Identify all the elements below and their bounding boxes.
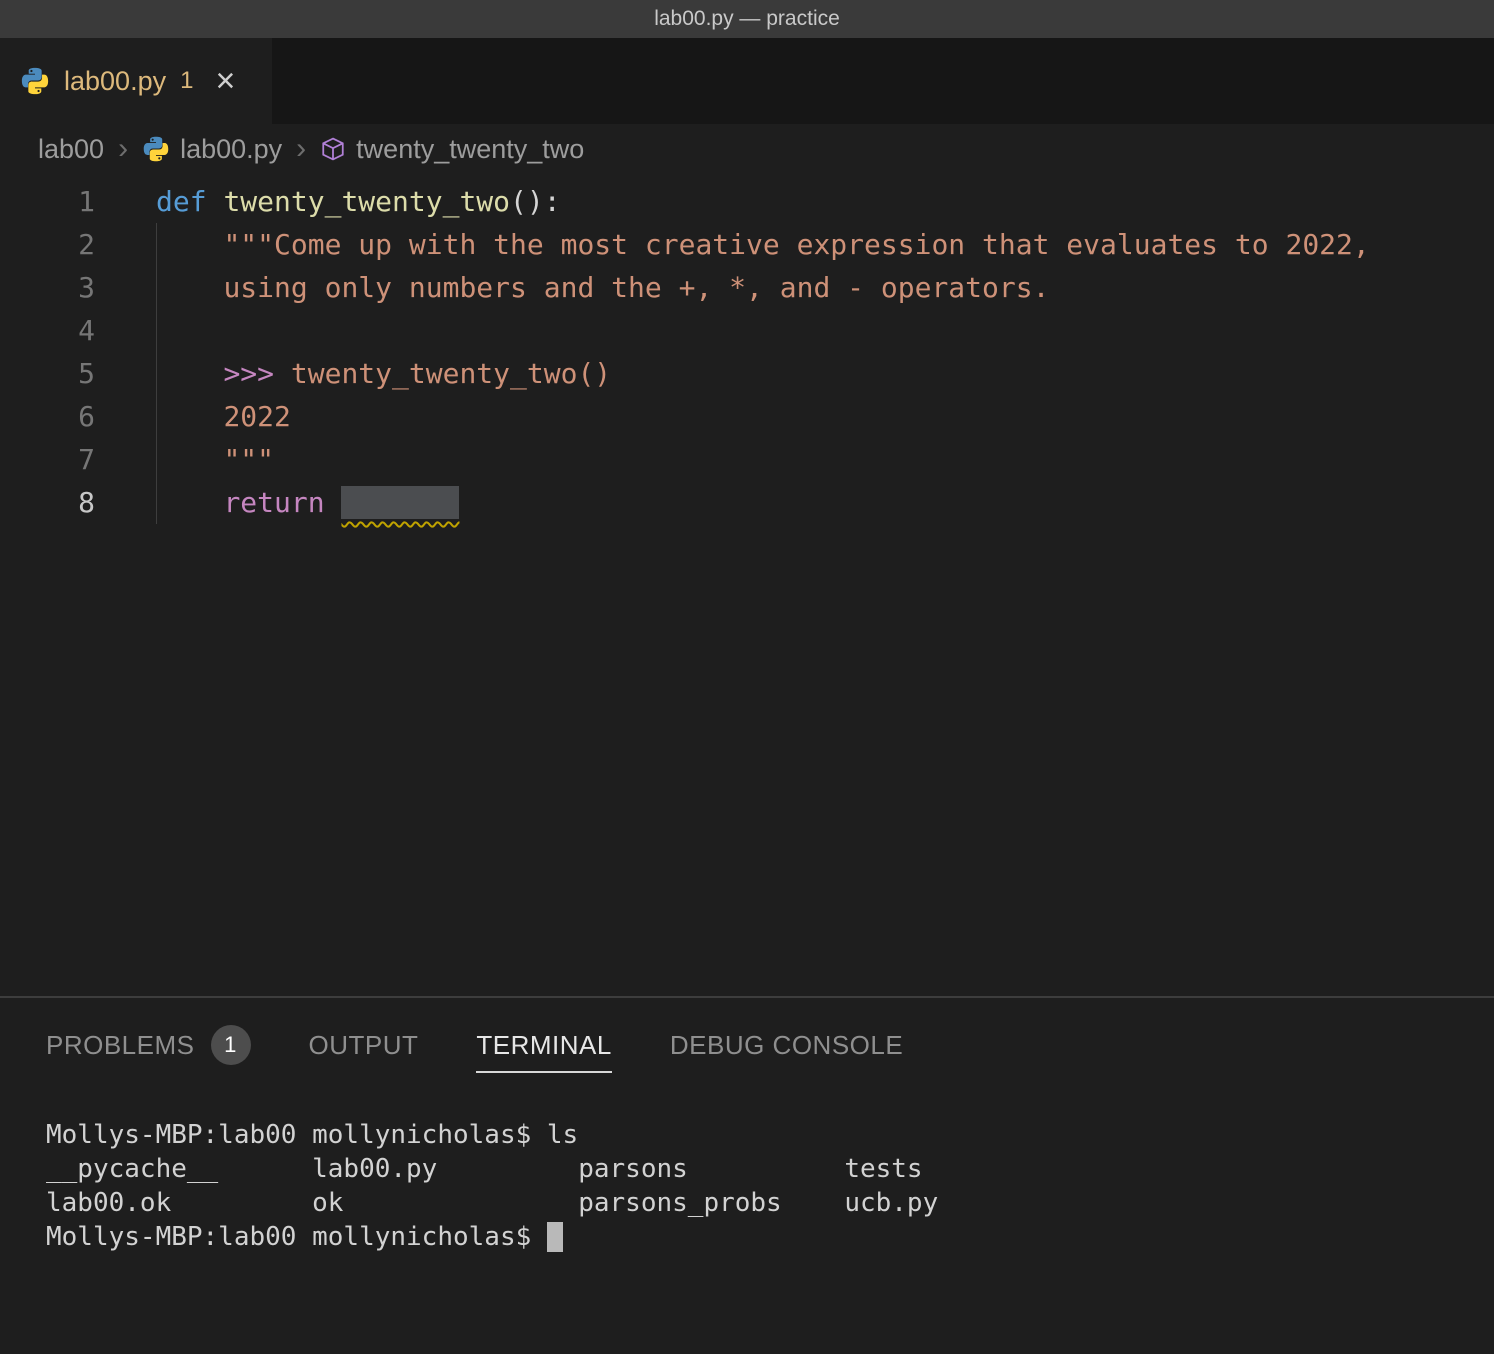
code-token xyxy=(156,486,223,519)
code-line: """ xyxy=(156,438,1494,481)
code-token xyxy=(207,185,224,218)
python-icon xyxy=(142,135,170,163)
terminal-cursor xyxy=(547,1222,563,1252)
tab-lab00py[interactable]: lab00.py 1 × xyxy=(0,38,272,124)
panel-tab-debug-console[interactable]: DEBUG CONSOLE xyxy=(670,1016,903,1073)
code-token: 2022 xyxy=(223,400,290,433)
breadcrumb-item-file[interactable]: lab00.py xyxy=(142,134,282,165)
terminal-line: __pycache__ lab00.py parsons tests xyxy=(46,1152,1448,1186)
code-line: 2022 xyxy=(156,395,1494,438)
blank-placeholder: _______ xyxy=(341,486,459,519)
code-token xyxy=(156,443,223,476)
bottom-panel: PROBLEMS 1 OUTPUT TERMINAL DEBUG CONSOLE… xyxy=(0,996,1494,1354)
code-line: >>> twenty_twenty_two() xyxy=(156,352,1494,395)
breadcrumb-item-symbol[interactable]: twenty_twenty_two xyxy=(320,134,584,165)
panel-tab-output[interactable]: OUTPUT xyxy=(309,1016,419,1073)
editor-line[interactable]: 2 """Come up with the most creative expr… xyxy=(0,223,1494,266)
terminal[interactable]: Mollys-MBP:lab00 mollynicholas$ ls__pyca… xyxy=(46,1118,1448,1254)
line-number: 3 xyxy=(0,266,95,309)
chevron-right-icon: › xyxy=(116,132,130,166)
terminal-line: Mollys-MBP:lab00 mollynicholas$ ls xyxy=(46,1118,1448,1152)
line-number: 8 xyxy=(0,481,95,524)
tab-label: lab00.py xyxy=(64,66,166,97)
code-line: def twenty_twenty_two(): xyxy=(156,180,1494,223)
code-token: """ xyxy=(223,443,274,476)
code-token: using only numbers and the +, *, and - o… xyxy=(223,271,1049,304)
code-token xyxy=(156,228,223,261)
tab-problem-count: 1 xyxy=(180,67,193,95)
editor-line[interactable]: 8 return _______ xyxy=(0,481,1494,524)
problems-count-badge: 1 xyxy=(211,1025,251,1065)
code-token: (): xyxy=(510,185,561,218)
terminal-output: Mollys-MBP:lab00 mollynicholas$ ls__pyca… xyxy=(46,1118,1448,1254)
close-icon[interactable]: × xyxy=(215,64,235,98)
breadcrumb-item-folder[interactable]: lab00 xyxy=(38,134,104,165)
symbol-namespace-icon xyxy=(320,136,346,162)
code-line: """Come up with the most creative expres… xyxy=(156,223,1494,266)
code-token xyxy=(156,357,223,390)
editor-line[interactable]: 6 2022 xyxy=(0,395,1494,438)
code-token: return xyxy=(223,486,341,519)
code-line xyxy=(156,309,1494,352)
terminal-line: lab00.ok ok parsons_probs ucb.py xyxy=(46,1186,1448,1220)
terminal-line: Mollys-MBP:lab00 mollynicholas$ xyxy=(46,1220,1448,1254)
code-line: using only numbers and the +, *, and - o… xyxy=(156,266,1494,309)
line-number: 7 xyxy=(0,438,95,481)
code-token xyxy=(156,271,223,304)
code-line: return _______ xyxy=(156,481,1494,524)
code-token: >>> xyxy=(223,357,290,390)
breadcrumb: lab00 › lab00.py › twenty_twenty_two xyxy=(0,124,1494,174)
editor-line[interactable]: 5 >>> twenty_twenty_two() xyxy=(0,352,1494,395)
line-number: 5 xyxy=(0,352,95,395)
editor-line[interactable]: 1 def twenty_twenty_two(): xyxy=(0,180,1494,223)
chevron-right-icon: › xyxy=(294,132,308,166)
code-token: twenty_twenty_two() xyxy=(291,357,611,390)
editor-line[interactable]: 4 xyxy=(0,309,1494,352)
code-token xyxy=(156,400,223,433)
line-number: 4 xyxy=(0,309,95,352)
code-token: twenty_twenty_two xyxy=(223,185,510,218)
editor-line[interactable]: 7 """ xyxy=(0,438,1494,481)
python-icon xyxy=(20,66,50,96)
panel-tab-bar: PROBLEMS 1 OUTPUT TERMINAL DEBUG CONSOLE xyxy=(46,998,1448,1090)
code-editor[interactable]: 1def twenty_twenty_two():2 """Come up wi… xyxy=(0,174,1494,996)
panel-tab-problems[interactable]: PROBLEMS 1 xyxy=(46,1011,251,1077)
tab-strip: lab00.py 1 × xyxy=(0,38,1494,124)
line-number: 6 xyxy=(0,395,95,438)
editor-lines: 1def twenty_twenty_two():2 """Come up wi… xyxy=(0,180,1494,524)
titlebar: lab00.py — practice xyxy=(0,0,1494,38)
editor-line[interactable]: 3 using only numbers and the +, *, and -… xyxy=(0,266,1494,309)
line-number: 2 xyxy=(0,223,95,266)
window-title: lab00.py — practice xyxy=(654,7,840,31)
line-number: 1 xyxy=(0,180,95,223)
code-token: """Come up with the most creative expres… xyxy=(223,228,1369,261)
code-token: def xyxy=(156,185,207,218)
panel-tab-terminal[interactable]: TERMINAL xyxy=(476,1016,611,1073)
